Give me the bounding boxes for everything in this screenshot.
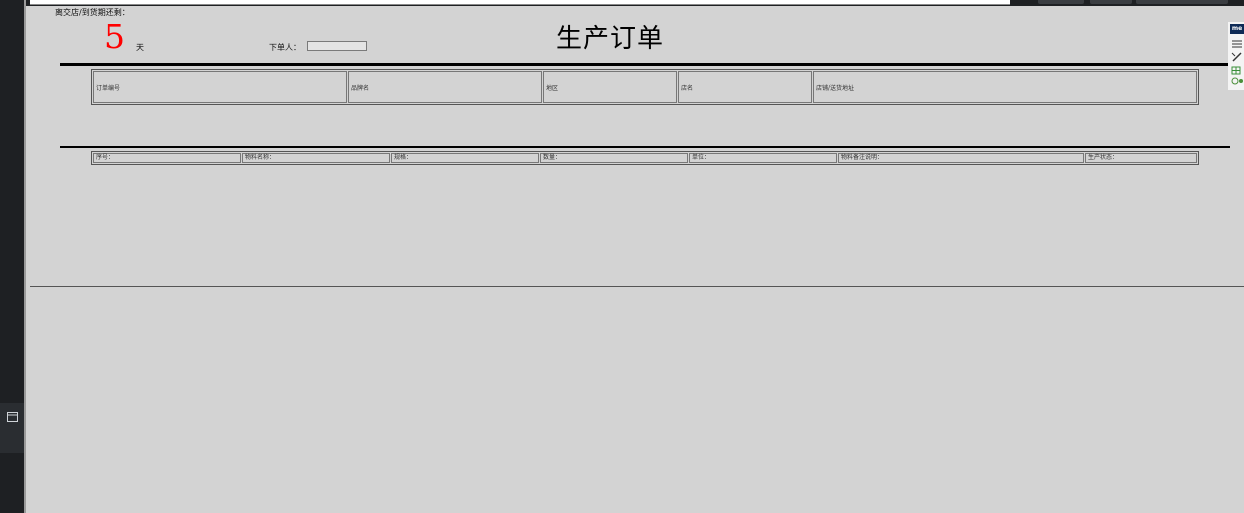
order-header-table: 订单编号 品牌名 地区 店名 店铺/送货地址 bbox=[91, 69, 1199, 105]
left-sidebar bbox=[0, 0, 24, 513]
column-unit: 单位： bbox=[689, 153, 837, 163]
divider bbox=[60, 146, 1230, 148]
items-table: 序号： 物料名称： 规格： 数量： 单位： 物料备注说明： 生产状态： bbox=[91, 151, 1199, 165]
days-unit: 天 bbox=[136, 43, 144, 52]
days-remaining: 5 bbox=[104, 17, 125, 56]
divider bbox=[60, 63, 1230, 66]
delivery-address-cell[interactable]: 店铺/送货地址 bbox=[813, 71, 1197, 103]
column-material-name: 物料名称： bbox=[242, 153, 390, 163]
region-cell[interactable]: 地区 bbox=[543, 71, 677, 103]
page-title: 生产订单 bbox=[556, 24, 665, 54]
orderer-label: 下单人： bbox=[269, 43, 301, 52]
table-row: 序号： 物料名称： 规格： 数量： 单位： 物料备注说明： 生产状态： bbox=[93, 153, 1197, 163]
column-spec: 规格： bbox=[391, 153, 539, 163]
hamburger-icon[interactable] bbox=[1231, 39, 1243, 49]
brand-name-cell[interactable]: 品牌名 bbox=[348, 71, 542, 103]
column-material-notes: 物料备注说明： bbox=[838, 153, 1084, 163]
sidebar-divider bbox=[24, 0, 26, 513]
store-name-cell[interactable]: 店名 bbox=[678, 71, 812, 103]
panel-toggle-button[interactable] bbox=[0, 403, 24, 453]
status-icon[interactable] bbox=[1231, 76, 1243, 86]
orderer-input[interactable] bbox=[307, 41, 367, 51]
toolbar-button[interactable] bbox=[1090, 0, 1132, 4]
column-quantity: 数量： bbox=[540, 153, 688, 163]
address-bar[interactable] bbox=[30, 0, 1010, 5]
pen-icon[interactable] bbox=[1231, 52, 1243, 62]
column-production-status: 生产状态： bbox=[1085, 153, 1197, 163]
toolbar-button[interactable] bbox=[1136, 0, 1228, 4]
extension-toolbar: me bbox=[1228, 22, 1244, 90]
order-number-cell[interactable]: 订单编号 bbox=[93, 71, 347, 103]
toolbar-button[interactable] bbox=[1038, 0, 1084, 4]
divider bbox=[30, 286, 1244, 287]
column-serial: 序号： bbox=[93, 153, 241, 163]
extension-logo[interactable]: me bbox=[1230, 24, 1244, 34]
panel-toggle-icon bbox=[6, 412, 18, 422]
grid-icon[interactable] bbox=[1231, 66, 1243, 76]
browser-toolbar bbox=[26, 0, 1244, 6]
